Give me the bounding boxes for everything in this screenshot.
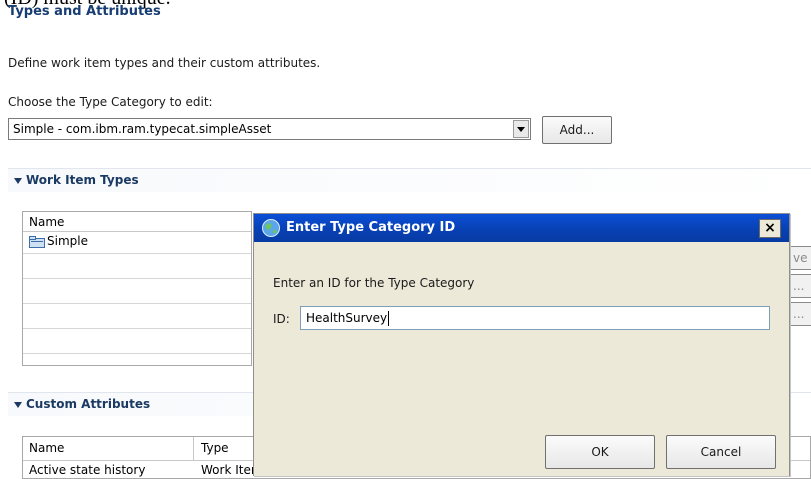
ok-button[interactable]: OK [545, 435, 655, 469]
table-row[interactable]: Simple [23, 232, 251, 254]
type-category-combo[interactable]: Simple - com.ibm.ram.typecat.simpleAsset [8, 118, 531, 140]
add-button[interactable]: Add... [542, 116, 612, 144]
type-category-selected: Simple - com.ibm.ram.typecat.simpleAsset [13, 122, 272, 136]
chevron-down-icon [517, 127, 525, 132]
globe-icon [262, 219, 280, 237]
page-title: Types and Attributes [8, 4, 161, 19]
column-header-name: Name [29, 441, 65, 455]
cancel-button[interactable]: Cancel [666, 435, 776, 469]
column-header-name: Name [29, 215, 65, 229]
id-input-text: HealthSurvey [306, 311, 388, 325]
work-item-types-section-header[interactable]: Work Item Types [8, 168, 811, 192]
expand-triangle-icon [14, 402, 22, 408]
side-button-3[interactable]: ... [790, 302, 811, 326]
close-icon: × [764, 220, 776, 236]
section-description: Define work item types and their custom … [8, 56, 321, 70]
table-header[interactable]: Name [23, 212, 251, 232]
expand-triangle-icon [14, 178, 22, 184]
folder-icon [29, 236, 45, 248]
work-item-types-table[interactable]: Name Simple [22, 211, 252, 366]
side-button-2[interactable]: ... [790, 274, 811, 298]
attribute-name: Active state history [29, 463, 146, 477]
id-input-value: HealthSurvey [306, 311, 390, 326]
work-item-types-title: Work Item Types [26, 173, 139, 187]
custom-attributes-title: Custom Attributes [26, 397, 151, 411]
dialog-body: Enter an ID for the Type Category ID: He… [254, 242, 789, 476]
dialog-title: Enter Type Category ID [286, 220, 456, 235]
column-header-type: Type [201, 441, 229, 455]
column-divider [193, 437, 194, 461]
side-button-1[interactable]: ve [790, 246, 811, 270]
table-row[interactable] [23, 254, 251, 279]
text-caret [388, 311, 390, 326]
table-row[interactable] [23, 329, 251, 354]
dialog-prompt: Enter an ID for the Type Category [273, 276, 475, 290]
id-label: ID: [273, 312, 290, 326]
close-button[interactable]: × [759, 219, 781, 238]
list-item-label: Simple [47, 234, 88, 248]
table-row[interactable] [23, 279, 251, 304]
combo-dropdown-button[interactable] [513, 120, 529, 138]
id-input[interactable]: HealthSurvey [300, 306, 770, 330]
enter-type-category-dialog[interactable]: Enter Type Category ID × Enter an ID for… [253, 213, 790, 476]
dialog-titlebar[interactable]: Enter Type Category ID × [254, 214, 789, 242]
type-category-label: Choose the Type Category to edit: [8, 95, 213, 109]
table-row[interactable] [23, 304, 251, 329]
